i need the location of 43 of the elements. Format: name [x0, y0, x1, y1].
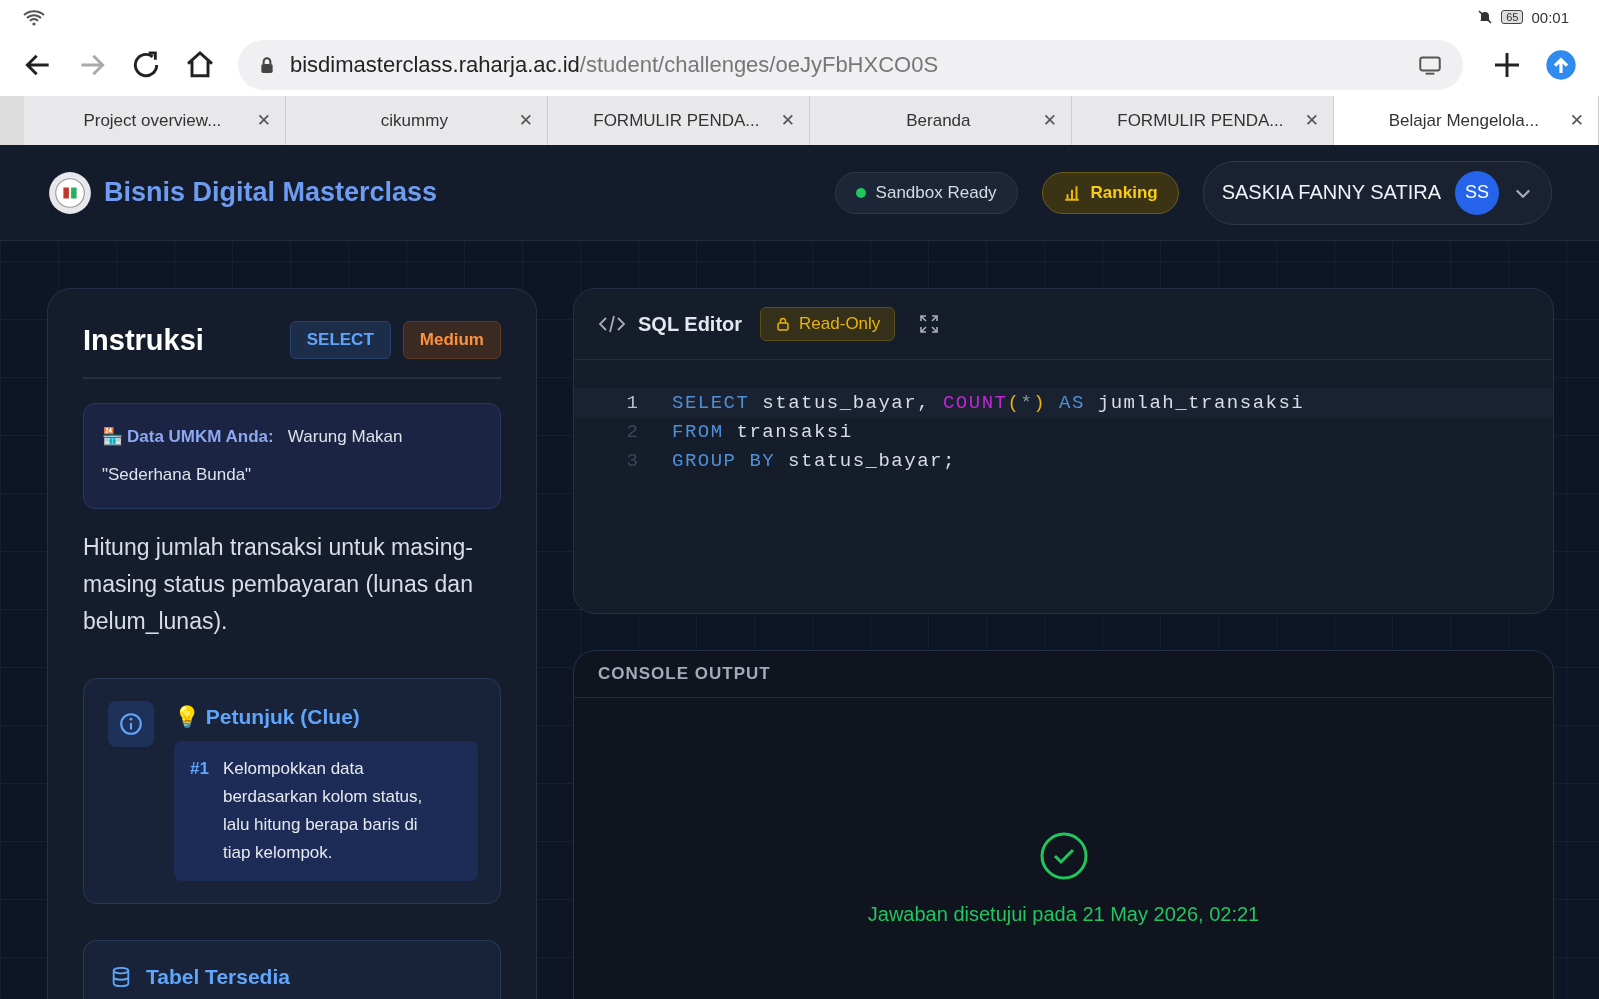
task-text: Hitung jumlah transaksi untuk masing-masing status pembayaran (lunas dan belum_lunas). — [83, 533, 474, 636]
upload-icon[interactable] — [1545, 49, 1577, 81]
read-only-badge: Read-Only — [760, 307, 896, 341]
tab-strip-edge — [0, 96, 24, 145]
close-icon[interactable]: ✕ — [1042, 110, 1057, 131]
battery-level: 65 — [1501, 10, 1524, 24]
clock-time: 00:01 — [1531, 8, 1569, 26]
clue-text: Kelompokkan data berdasarkan kolom status, lalu hitung berapa baris di tiap kelompok. — [222, 758, 424, 864]
bar-chart-icon — [1062, 183, 1081, 202]
close-icon[interactable]: ✕ — [518, 110, 533, 131]
lock-icon — [258, 56, 276, 74]
editor-title: SQL Editor — [638, 312, 743, 336]
console-title: CONSOLE OUTPUT — [598, 664, 771, 684]
close-icon[interactable]: ✕ — [256, 110, 271, 131]
success-message: Jawaban disetujui pada 21 May 2026, 02:21 — [867, 903, 1260, 926]
business-info: 🏪 Data UMKM Anda: Warung Makan "Sederhana Bunda" — [102, 426, 404, 486]
code-line: FROM transaksi — [672, 420, 853, 443]
close-icon[interactable]: ✕ — [1304, 110, 1319, 131]
ranking-button[interactable]: Ranking — [1041, 171, 1179, 214]
code-line: GROUP BY status_bayar; — [672, 449, 956, 472]
info-icon — [108, 701, 154, 747]
muted-bell-icon — [1477, 9, 1494, 25]
clue-title: 💡 Petunjuk (Clue) — [174, 705, 361, 729]
sandbox-status: Sandbox Ready — [834, 171, 1018, 214]
panel-title: Instruksi — [83, 323, 204, 357]
tables-title: Tabel Tersedia — [146, 965, 290, 989]
fullscreen-icon[interactable] — [919, 314, 940, 334]
close-icon[interactable]: ✕ — [1569, 110, 1584, 131]
database-icon — [110, 966, 132, 988]
check-circle-icon — [1038, 831, 1089, 881]
close-icon[interactable]: ✕ — [780, 110, 795, 131]
user-menu[interactable]: SASKIA FANNY SATIRA SS — [1202, 160, 1552, 225]
browser-tab[interactable]: Belajar Mengelola... ✕ — [1334, 96, 1599, 145]
tag: SELECT — [289, 321, 391, 359]
clue-number: #1 — [190, 758, 209, 780]
line-number: 1 — [625, 391, 639, 414]
wifi-icon — [22, 8, 46, 26]
code-icon — [598, 314, 626, 334]
address-bar[interactable]: bisdimasterclass.raharja.ac.id/student/challenges/oeJyFbHXCO0S — [238, 40, 1463, 90]
site-title: Bisnis Digital Masterclass — [104, 177, 438, 208]
tag: Medium — [402, 321, 501, 359]
logo-icon — [48, 170, 92, 215]
code-line: SELECT status_bayar, COUNT(*) AS jumlah_transaksi — [672, 391, 1305, 414]
